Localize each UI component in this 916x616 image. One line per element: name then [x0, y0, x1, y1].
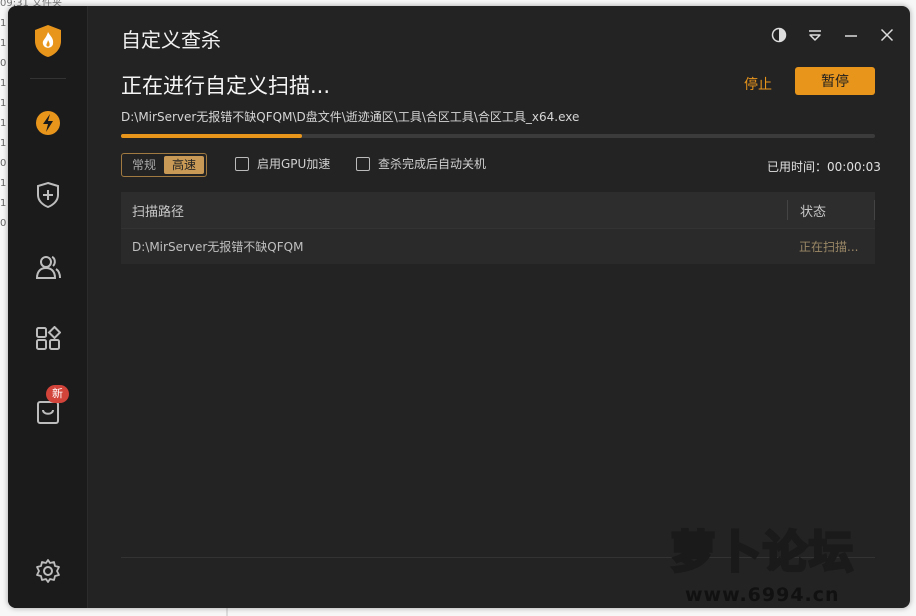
new-badge: 新	[46, 385, 69, 403]
forum-watermark: 萝卜论坛 www.6994.cn	[663, 512, 903, 614]
stop-button[interactable]: 停止	[744, 74, 772, 94]
window-title: 自定义查杀	[121, 28, 221, 52]
row-path: D:\MirServer无报错不缺QFQM	[132, 240, 304, 254]
apps-icon[interactable]	[31, 322, 65, 356]
column-divider	[874, 200, 875, 220]
users-icon[interactable]	[31, 250, 65, 284]
pause-button[interactable]: 暂停	[795, 67, 875, 95]
scan-path-table: 扫描路径 状态 D:\MirServer无报错不缺QFQM 正在扫描...	[121, 192, 875, 264]
speed-icon[interactable]	[31, 106, 65, 140]
gear-icon[interactable]	[31, 554, 65, 588]
auto-shutdown-checkbox[interactable]: 查杀完成后自动关机	[356, 155, 486, 172]
current-scan-path: D:\MirServer无报错不缺QFQM\D盘文件\逝迹通区\工具\合区工具\…	[121, 110, 580, 124]
header-status[interactable]: 状态	[788, 201, 874, 220]
elapsed-time: 已用时间：00:00:03	[767, 160, 881, 174]
sidebar-separator	[30, 78, 66, 79]
sidebar: 新	[8, 6, 88, 608]
gpu-acceleration-checkbox[interactable]: 启用GPU加速	[235, 155, 330, 172]
minimize-icon[interactable]	[842, 26, 860, 44]
header-path[interactable]: 扫描路径	[121, 201, 787, 220]
gpu-label: 启用GPU加速	[257, 157, 331, 171]
table-header: 扫描路径 状态	[121, 192, 875, 228]
mode-normal-option[interactable]: 常规	[124, 156, 164, 174]
shutdown-label: 查杀完成后自动关机	[378, 157, 487, 171]
window-controls	[770, 26, 896, 44]
shield-plus-icon[interactable]	[31, 178, 65, 212]
close-icon[interactable]	[878, 26, 896, 44]
scan-heading: 正在进行自定义扫描...	[121, 74, 331, 98]
table-row[interactable]: D:\MirServer无报错不缺QFQM 正在扫描...	[121, 228, 875, 264]
scan-progress-fill	[121, 134, 302, 138]
mode-fast-option[interactable]: 高速	[164, 156, 205, 174]
row-status: 正在扫描...	[799, 240, 859, 254]
watermark-url: www.6994.cn	[685, 584, 840, 606]
scan-progress-bar	[121, 134, 875, 138]
theme-icon[interactable]	[770, 26, 788, 44]
logo-icon[interactable]	[31, 24, 65, 58]
checkbox-box[interactable]	[356, 156, 370, 171]
watermark-title: 萝卜论坛	[670, 526, 855, 580]
checkbox-box[interactable]	[235, 156, 249, 171]
menu-icon[interactable]	[806, 26, 824, 44]
scan-mode-toggle: 常规 高速	[121, 153, 208, 177]
